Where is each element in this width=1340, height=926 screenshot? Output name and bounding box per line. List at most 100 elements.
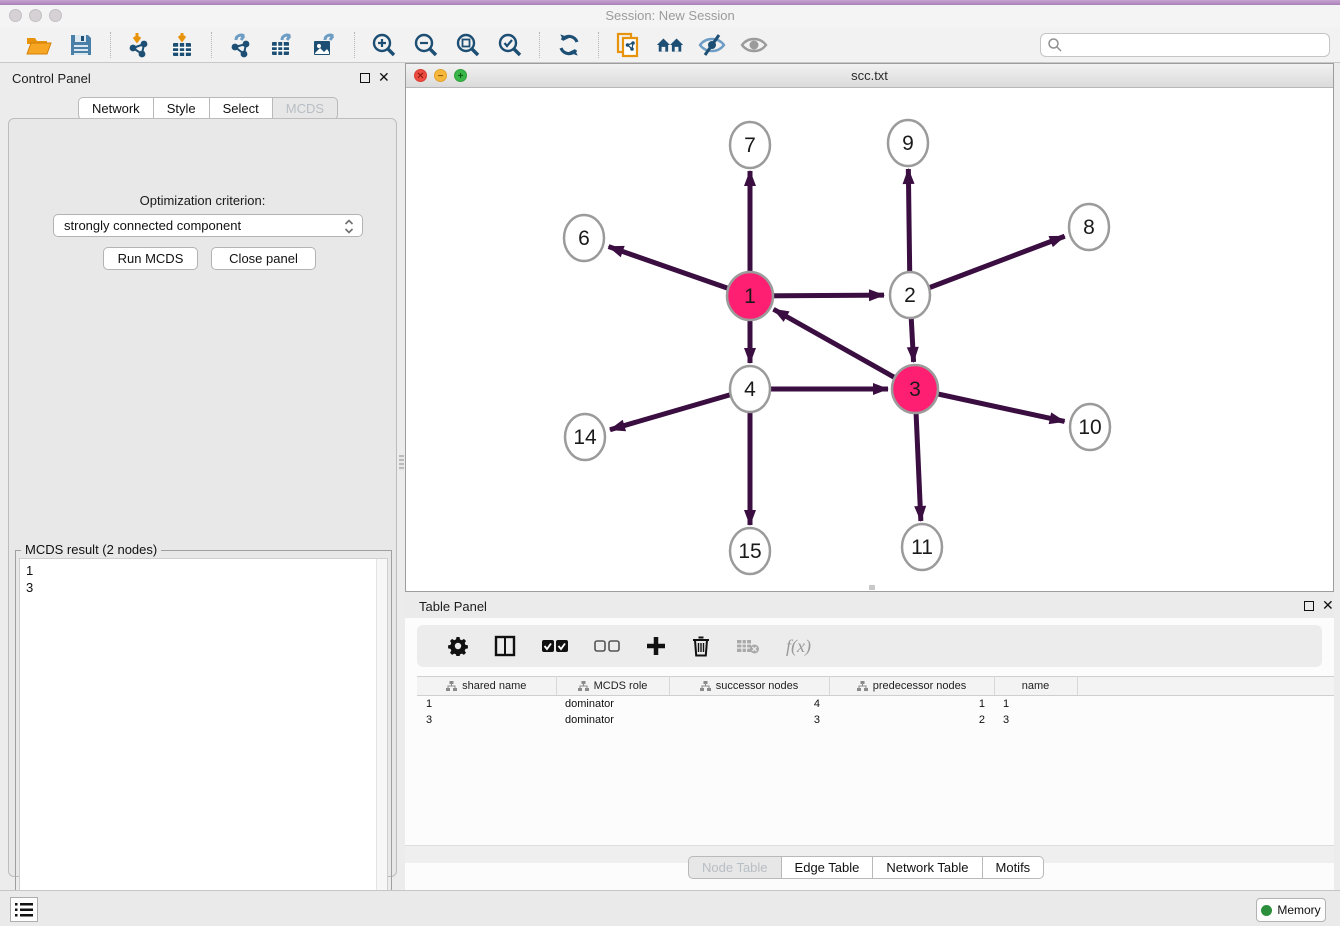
select-all-icon[interactable]: [542, 640, 568, 653]
window-title: Session: New Session: [0, 5, 1340, 27]
memory-button[interactable]: Memory: [1256, 898, 1326, 922]
zoom-out-icon[interactable]: [411, 31, 441, 59]
zoom-window-button[interactable]: [49, 9, 62, 22]
column-header-successor-nodes[interactable]: successor nodes: [669, 677, 829, 696]
tab-style[interactable]: Style: [153, 97, 210, 120]
graph-node-label: 10: [1078, 416, 1101, 439]
create-column-plus-icon[interactable]: [646, 636, 666, 656]
control-panel-title: Control Panel: [12, 71, 91, 86]
tab-motifs[interactable]: Motifs: [982, 856, 1045, 879]
table-settings-gear-icon[interactable]: [448, 636, 468, 656]
column-header-mcds-role[interactable]: MCDS role: [556, 677, 669, 696]
node-table: shared name MCDS role successor nodes pr…: [417, 676, 1334, 728]
show-column-panel-icon[interactable]: [494, 635, 516, 657]
tab-network[interactable]: Network: [78, 97, 154, 120]
tab-select[interactable]: Select: [209, 97, 273, 120]
network-graph: 7 9 6 8 1 2 4 3 14 10 15 11: [406, 88, 1333, 591]
tab-mcds[interactable]: MCDS: [272, 97, 338, 120]
column-header-name[interactable]: name: [994, 677, 1077, 696]
float-panel-icon[interactable]: [360, 73, 370, 83]
new-network-from-selection-icon[interactable]: [613, 31, 643, 59]
network-window-title: scc.txt: [406, 64, 1333, 88]
graph-node-label: 8: [1083, 216, 1095, 239]
search-input[interactable]: [1040, 33, 1330, 57]
run-mcds-button[interactable]: Run MCDS: [103, 247, 198, 270]
task-history-button[interactable]: [10, 897, 38, 922]
titlebar[interactable]: Session: New Session: [0, 5, 1340, 27]
graph-node-1[interactable]: 1: [727, 272, 773, 320]
graph-edge-2-8[interactable]: [910, 236, 1065, 295]
graph-node-15[interactable]: 15: [730, 528, 770, 574]
minimize-window-button[interactable]: [29, 9, 42, 22]
graph-node-label: 6: [578, 227, 590, 250]
table-panel-header: Table Panel ✕: [405, 592, 1334, 618]
open-session-icon[interactable]: [24, 31, 54, 59]
network-close-button[interactable]: ✕: [414, 69, 427, 82]
table-row[interactable]: 1dominator411: [417, 696, 1334, 712]
close-panel-icon[interactable]: ✕: [378, 70, 390, 84]
graph-node-11[interactable]: 11: [902, 524, 942, 570]
graph-edge-4-14[interactable]: [610, 389, 750, 430]
graph-node-4[interactable]: 4: [730, 366, 770, 412]
graph-node-label: 14: [573, 426, 597, 449]
column-header-predecessor-nodes[interactable]: predecessor nodes: [829, 677, 994, 696]
column-header-filler: [1077, 677, 1334, 696]
zoom-selected-icon[interactable]: [495, 31, 525, 59]
toolbar-separator: [539, 32, 540, 58]
tab-edge-table[interactable]: Edge Table: [781, 856, 874, 879]
graph-node-8[interactable]: 8: [1069, 204, 1109, 250]
zoom-in-icon[interactable]: [369, 31, 399, 59]
memory-label: Memory: [1277, 903, 1320, 917]
toolbar-separator: [110, 32, 111, 58]
column-header-shared-name[interactable]: shared name: [417, 677, 556, 696]
graph-node-3[interactable]: 3: [892, 365, 938, 413]
close-table-panel-icon[interactable]: ✕: [1322, 598, 1334, 612]
deselect-all-icon[interactable]: [594, 640, 620, 653]
network-window-titlebar[interactable]: ✕ − + scc.txt: [406, 64, 1333, 88]
toolbar-separator: [598, 32, 599, 58]
panel-splitter-grip[interactable]: [399, 455, 404, 471]
mcds-result-group: MCDS result (2 nodes) 1 3: [15, 550, 392, 926]
optimization-criterion-select[interactable]: strongly connected component: [53, 214, 363, 237]
mcds-result-textarea[interactable]: 1 3: [19, 558, 388, 923]
graph-node-2[interactable]: 2: [890, 272, 930, 318]
hide-selected-icon[interactable]: [697, 31, 727, 59]
network-canvas[interactable]: 7 9 6 8 1 2 4 3 14 10 15 11: [406, 88, 1333, 591]
delete-column-trash-icon[interactable]: [692, 636, 710, 657]
tab-network-table[interactable]: Network Table: [872, 856, 982, 879]
refresh-view-icon[interactable]: [554, 31, 584, 59]
result-line: 3: [26, 579, 381, 596]
optimization-criterion-label: Optimization criterion:: [9, 193, 396, 208]
import-network-icon[interactable]: [125, 31, 155, 59]
export-image-icon[interactable]: [310, 31, 340, 59]
horizontal-splitter-grip[interactable]: [869, 585, 875, 590]
network-minimize-button[interactable]: −: [434, 69, 447, 82]
table-panel: Table Panel ✕: [405, 592, 1334, 890]
toolbar-separator: [354, 32, 355, 58]
tab-node-table[interactable]: Node Table: [688, 856, 782, 879]
mcds-panel-body: Optimization criterion: strongly connect…: [8, 118, 397, 877]
import-table-icon[interactable]: [167, 31, 197, 59]
graph-node-label: 3: [909, 378, 921, 401]
graph-node-label: 9: [902, 132, 914, 155]
main-toolbar: [0, 27, 1340, 63]
close-window-button[interactable]: [9, 9, 22, 22]
graph-node-label: 4: [744, 378, 756, 401]
graph-node-9[interactable]: 9: [888, 120, 928, 166]
graph-node-7[interactable]: 7: [730, 122, 770, 168]
float-table-panel-icon[interactable]: [1304, 601, 1314, 611]
result-scrollbar[interactable]: [376, 559, 387, 922]
graph-node-10[interactable]: 10: [1070, 404, 1110, 450]
network-zoom-button[interactable]: +: [454, 69, 467, 82]
graph-node-6[interactable]: 6: [564, 215, 604, 261]
show-all-icon[interactable]: [739, 31, 769, 59]
apply-layout-icon[interactable]: [655, 31, 685, 59]
save-session-icon[interactable]: [66, 31, 96, 59]
close-panel-button[interactable]: Close panel: [211, 247, 316, 270]
table-row[interactable]: 3dominator323: [417, 712, 1334, 728]
export-table-icon[interactable]: [268, 31, 298, 59]
export-network-icon[interactable]: [226, 31, 256, 59]
graph-node-14[interactable]: 14: [565, 414, 605, 460]
zoom-fit-icon[interactable]: [453, 31, 483, 59]
table-panel-title: Table Panel: [419, 599, 487, 614]
